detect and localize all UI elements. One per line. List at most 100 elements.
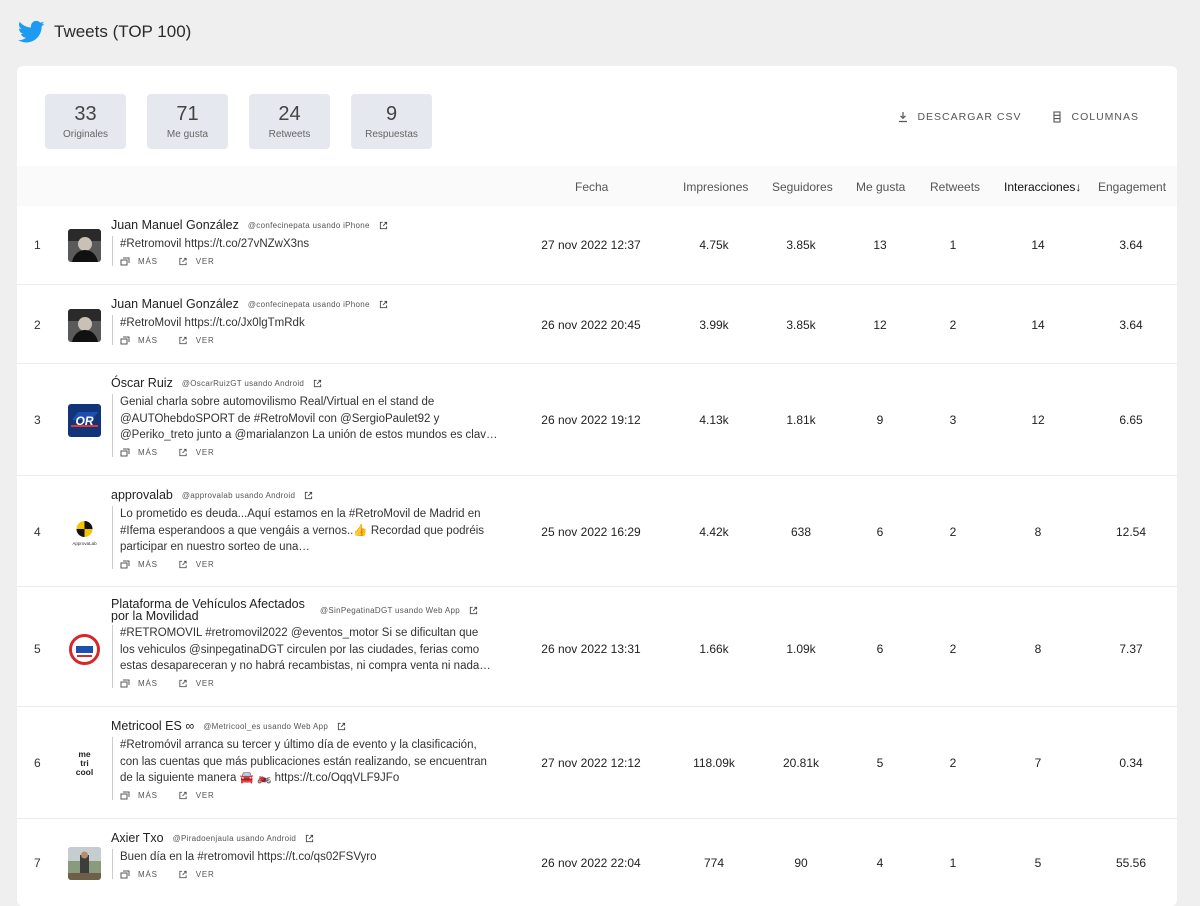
view-label: VER [195, 790, 215, 800]
avatar[interactable] [68, 308, 101, 342]
external-link-icon[interactable] [469, 606, 478, 615]
view-icon [179, 870, 187, 878]
more-label: MÁS [138, 678, 158, 688]
cell-engagement: 3.64 [1119, 238, 1143, 252]
more-button[interactable]: MÁS [120, 560, 158, 569]
view-button[interactable]: VER [178, 679, 215, 688]
stats-summary: 33 Originales 71 Me gusta 24 Retweets 9 … [45, 94, 432, 149]
column-interacciones[interactable]: Interacciones↓ [1004, 180, 1081, 194]
view-button[interactable]: VER [178, 791, 215, 800]
more-button[interactable]: MÁS [120, 791, 158, 800]
more-icon [120, 448, 130, 456]
more-button[interactable]: MÁS [120, 336, 158, 345]
view-button[interactable]: VER [178, 870, 215, 879]
avatar[interactable]: me tri cool [68, 747, 101, 780]
column-retweets[interactable]: Retweets [930, 180, 980, 194]
cell-engagement: 55.56 [1115, 856, 1147, 870]
external-link-icon[interactable] [305, 834, 314, 843]
tweet-actions: MÁS VER [120, 448, 512, 457]
avatar[interactable] [68, 229, 101, 262]
external-link-icon[interactable] [337, 722, 346, 731]
author-name[interactable]: Óscar Ruiz [111, 376, 173, 390]
author-name[interactable]: Juan Manuel González [111, 218, 239, 232]
author-name[interactable]: Metricool ES ∞ [111, 719, 194, 733]
tweet-text-line: Lo prometido es deuda...Aquí estamos en … [120, 508, 481, 520]
table-row[interactable]: 7 Axier Txo @Piradoenjaula usando Androi… [17, 818, 1177, 906]
avatar[interactable] [68, 633, 101, 666]
row-index: 5 [34, 642, 41, 656]
column-impresiones[interactable]: Impresiones [683, 180, 748, 194]
tweet-text: Genial charla sobre automovilismo Real/V… [120, 394, 512, 444]
view-label: VER [195, 447, 215, 457]
cell-me-gusta: 6 [876, 642, 884, 656]
view-button[interactable]: VER [178, 336, 215, 345]
stat-label: Retweets [268, 129, 311, 140]
columns-label: COLUMNAS [1071, 111, 1139, 123]
column-seguidores[interactable]: Seguidores [772, 180, 833, 194]
metricool-logo-text: me tri cool [68, 747, 101, 780]
external-link-icon[interactable] [313, 379, 322, 388]
avatar[interactable]: OR [68, 404, 101, 437]
more-button[interactable]: MÁS [120, 448, 158, 457]
table-row[interactable]: 4 ApprovaLab approvalab @approvalab usan… [17, 475, 1177, 586]
tweet-text: Lo prometido es deuda...Aquí estamos en … [120, 506, 512, 556]
avatar[interactable] [68, 847, 101, 880]
tweet-actions: MÁS VER [120, 560, 512, 569]
author-handle: @Piradoenjaula usando Android [172, 833, 297, 843]
column-fecha[interactable]: Fecha [575, 180, 608, 194]
author-name[interactable]: approvalab [111, 488, 173, 502]
tweet-body: #RETROMOVIL #retromovil2022 @eventos_mot… [112, 625, 512, 688]
tweet-body: #RetroMovil https://t.co/Jx0lgTmRdk MÁS … [112, 315, 512, 345]
view-button[interactable]: VER [178, 257, 215, 266]
more-label: MÁS [138, 790, 158, 800]
tweet-actions: MÁS VER [120, 336, 512, 345]
cell-engagement: 12.54 [1115, 524, 1147, 539]
stat-label: Me gusta [166, 129, 209, 140]
avatar[interactable]: ApprovaLab [68, 515, 101, 549]
external-link-icon[interactable] [379, 300, 388, 309]
cell-fecha: 26 nov 2022 13:31 [541, 642, 641, 656]
cell-seguidores: 1.81k [786, 413, 816, 427]
author-name[interactable]: Plataforma de Vehículos Afectados por la… [111, 598, 311, 623]
column-me-gusta[interactable]: Me gusta [856, 180, 905, 194]
table-row[interactable]: 5 Plataforma de Vehículos Afectados por … [17, 586, 1177, 706]
view-button[interactable]: VER [178, 560, 215, 569]
column-engagement[interactable]: Engagement [1098, 180, 1166, 194]
cell-fecha: 26 nov 2022 19:12 [541, 413, 641, 427]
more-button[interactable]: MÁS [120, 870, 158, 879]
cell-me-gusta: 5 [876, 756, 884, 770]
more-button[interactable]: MÁS [120, 257, 158, 266]
table-row[interactable]: 6 me tri cool Metricool ES ∞ @Metricool_… [17, 706, 1177, 818]
row-index: 1 [34, 238, 41, 252]
tweet-text: #RETROMOVIL #retromovil2022 @eventos_mot… [120, 625, 512, 675]
cell-retweets: 1 [949, 856, 957, 870]
tweet-text: Buen día en la #retromovil https://t.co/… [120, 849, 512, 866]
table-row[interactable]: 3 OR Óscar Ruiz @OscarRuizGT usando Andr… [17, 363, 1177, 475]
tweet-actions: MÁS VER [120, 870, 512, 879]
cell-seguidores: 638 [790, 524, 812, 539]
download-csv-button[interactable]: DESCARGAR CSV [897, 111, 1021, 123]
cell-seguidores: 20.81k [782, 756, 820, 770]
columns-button[interactable]: COLUMNAS [1051, 111, 1139, 123]
table-row[interactable]: 1 Juan Manuel González @confecinepata us… [17, 206, 1177, 284]
more-button[interactable]: MÁS [120, 679, 158, 688]
author-name[interactable]: Axier Txo [111, 831, 164, 845]
cell-retweets: 3 [949, 413, 957, 427]
more-label: MÁS [138, 869, 158, 879]
view-icon [179, 560, 187, 568]
view-icon [179, 336, 187, 344]
external-link-icon[interactable] [379, 221, 388, 230]
table-row[interactable]: 2 Juan Manuel González @confecinepata us… [17, 284, 1177, 363]
author-name[interactable]: Juan Manuel González [111, 297, 239, 311]
stat-value: 33 [74, 103, 97, 125]
tweet-author: Axier Txo @Piradoenjaula usando Android [111, 831, 314, 845]
tweet-text-line: @AUTOhebdoSPORT de #RetroMovil con @Serg… [120, 412, 440, 425]
table-actions: DESCARGAR CSV COLUMNAS [897, 111, 1139, 123]
cell-fecha: 25 nov 2022 16:29 [541, 524, 641, 539]
cell-engagement: 6.65 [1119, 413, 1143, 427]
view-button[interactable]: VER [178, 448, 215, 457]
stat-originales: 33 Originales [45, 94, 126, 149]
external-link-icon[interactable] [304, 491, 313, 500]
cell-retweets: 1 [949, 238, 957, 252]
stat-label: Respuestas [365, 129, 418, 140]
